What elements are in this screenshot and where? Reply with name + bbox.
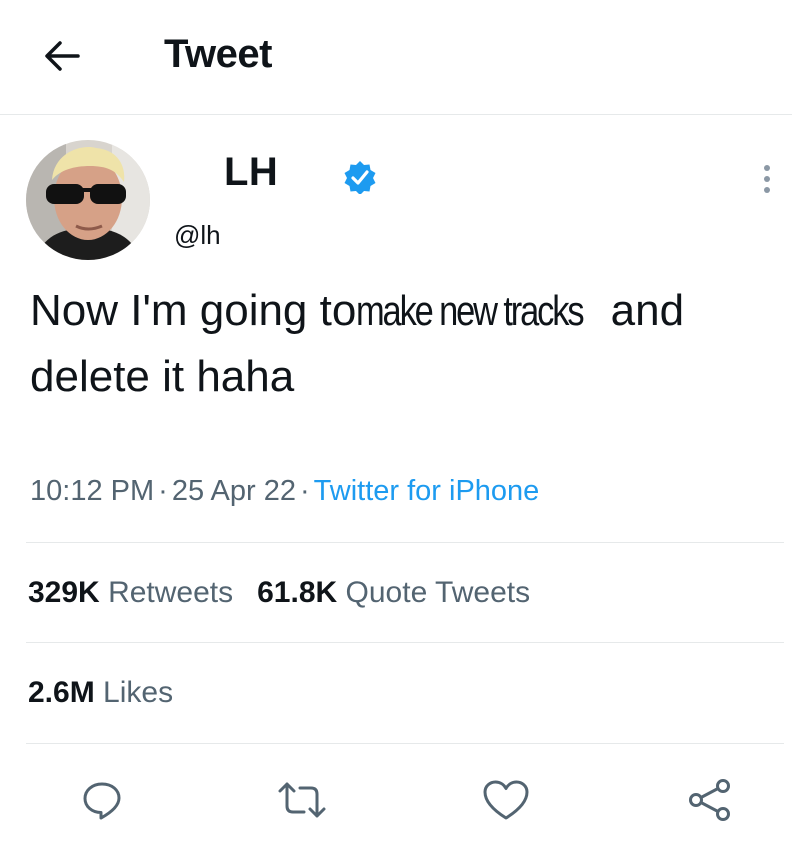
divider	[26, 642, 784, 643]
likes-label: Likes	[103, 676, 174, 709]
tweet-text-edited: make new tracks	[356, 287, 585, 334]
retweet-icon	[278, 782, 326, 818]
more-vertical-icon	[764, 165, 770, 193]
likes-stat[interactable]: 2.6M Likes	[28, 676, 173, 709]
retweet-button[interactable]	[272, 770, 332, 830]
more-options-button[interactable]	[754, 162, 780, 196]
display-name[interactable]: LH	[224, 150, 278, 195]
arrow-left-icon	[45, 41, 80, 71]
separator-dot: ·	[158, 475, 168, 507]
user-handle[interactable]: @lh	[174, 220, 221, 251]
retweets-label: Retweets	[108, 576, 234, 609]
quote-tweets-count: 61.8K	[257, 576, 338, 609]
like-button[interactable]	[476, 770, 536, 830]
divider	[26, 743, 784, 744]
likes-stats: 2.6M Likes	[28, 676, 173, 710]
separator-dot: ·	[299, 475, 310, 507]
tweet-source[interactable]: Twitter for iPhone	[314, 475, 540, 507]
page-title: Tweet	[164, 32, 272, 76]
retweets-count: 329K	[28, 576, 100, 609]
like-icon	[483, 780, 529, 820]
reply-button[interactable]	[72, 770, 132, 830]
likes-count: 2.6M	[28, 676, 95, 709]
retweets-stat[interactable]: 329K Retweets	[28, 576, 233, 609]
tweet-time[interactable]: 10:12 PM	[30, 475, 154, 507]
divider	[26, 542, 784, 543]
share-icon	[689, 779, 730, 821]
top-bar: Tweet	[0, 0, 792, 114]
reply-icon	[83, 782, 121, 820]
tweet-text: Now I'm going tomake new tracks and dele…	[30, 278, 790, 410]
tweet-metadata: 10:12 PM · 25 Apr 22 · Twitter for iPhone	[30, 475, 539, 508]
back-button[interactable]	[40, 34, 84, 78]
quote-tweets-label: Quote Tweets	[345, 576, 531, 609]
header-divider	[0, 114, 792, 115]
user-avatar[interactable]	[26, 140, 150, 260]
verified-badge-icon	[343, 160, 377, 195]
share-button[interactable]	[680, 770, 740, 830]
engagement-stats: 329K Retweets 61.8K Quote Tweets	[28, 576, 530, 610]
tweet-date[interactable]: 25 Apr 22	[172, 475, 296, 507]
tweet-actions	[0, 770, 792, 830]
tweet-text-part1: Now I'm going to	[30, 286, 357, 335]
quote-tweets-stat[interactable]: 61.8K Quote Tweets	[257, 576, 530, 609]
